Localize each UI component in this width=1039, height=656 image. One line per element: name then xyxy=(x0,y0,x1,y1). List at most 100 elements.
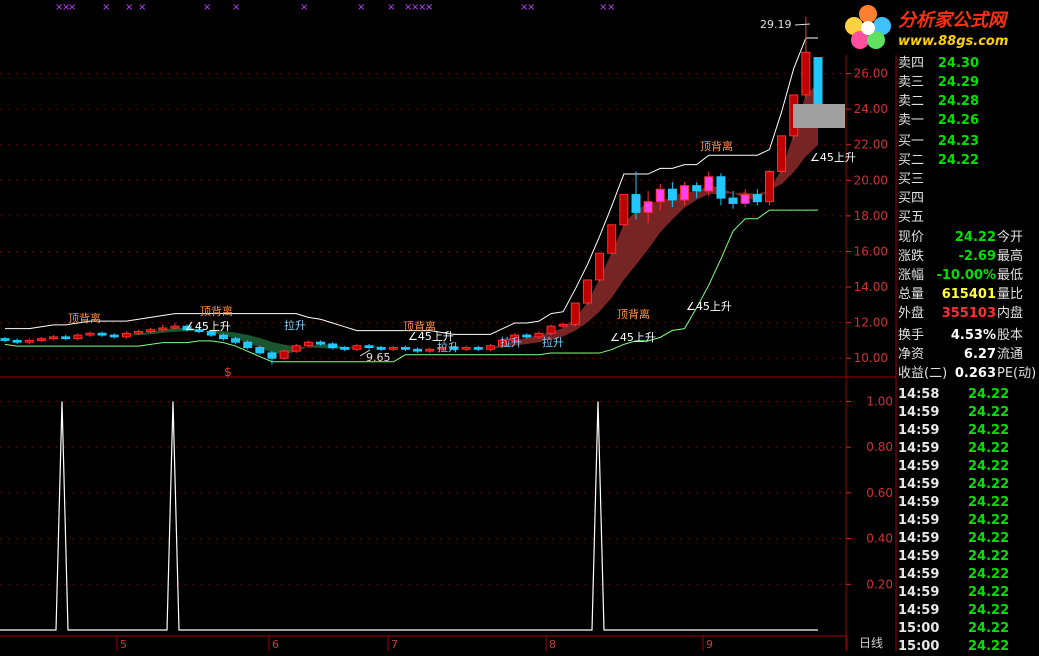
x-axis-label: 8 xyxy=(549,638,556,651)
ask-label: 卖二 xyxy=(898,94,925,109)
tick-row[interactable]: 14:59 24.22 xyxy=(896,584,1039,602)
tick-row[interactable]: 14:59 24.22 xyxy=(896,530,1039,548)
indicator-axis-label: 0.20 xyxy=(866,577,893,591)
candle-body xyxy=(813,57,823,106)
candle-body xyxy=(364,345,374,349)
candle-body xyxy=(243,341,253,349)
quote-label2: 内盘 xyxy=(997,306,1024,321)
tick-price: 24.22 xyxy=(968,423,1010,438)
indicator-line xyxy=(0,401,818,631)
tick-row[interactable]: 15:00 24.22 xyxy=(896,620,1039,638)
tick-row[interactable]: 14:59 24.22 xyxy=(896,512,1039,530)
limit-up-label: 拉升 xyxy=(500,335,522,349)
tick-row[interactable]: 14:59 24.22 xyxy=(896,548,1039,566)
price-axis-label: 16.00 xyxy=(854,244,888,258)
candle-body xyxy=(291,345,301,352)
tick-price: 24.22 xyxy=(968,639,1010,654)
tick-time: 14:59 xyxy=(898,405,940,420)
x-axis-label: 5 xyxy=(120,638,127,651)
indicator-axis-label: 0.40 xyxy=(866,532,893,546)
candle-body xyxy=(376,347,386,350)
signal-x-marker: × xyxy=(607,2,615,13)
tick-row[interactable]: 14:59 24.22 xyxy=(896,458,1039,476)
signal-x-marker: × xyxy=(527,2,535,13)
quote-label: 外盘 xyxy=(898,306,925,321)
signal-x-marker: × xyxy=(425,2,433,13)
tick-row[interactable]: 14:59 24.22 xyxy=(896,566,1039,584)
candle-body xyxy=(303,341,313,347)
quote-row: 外盘 355103 内盘 xyxy=(896,305,1039,323)
signal-x-marker: × xyxy=(102,2,110,13)
ask-price: 24.26 xyxy=(937,113,979,128)
bid-row: 买三 xyxy=(896,171,1039,189)
quote-value: 355103 xyxy=(941,306,996,321)
bid-label: 买一 xyxy=(898,134,925,149)
period-label[interactable]: 日线 xyxy=(846,636,895,651)
indicator-axis-label: 0.60 xyxy=(866,486,893,500)
tick-time: 14:59 xyxy=(898,585,940,600)
bid-row: 买一 24.23 xyxy=(896,133,1039,151)
candle-body xyxy=(0,338,10,341)
quote-value: -2.69 xyxy=(958,249,996,264)
tick-row[interactable]: 14:59 24.22 xyxy=(896,494,1039,512)
candle-body xyxy=(109,334,119,338)
ask-price: 24.28 xyxy=(937,94,979,109)
candle-body xyxy=(121,332,131,338)
ask-row: 卖四 24.30 xyxy=(896,55,1039,73)
bid-row: 买五 xyxy=(896,209,1039,227)
signal-x-marker: × xyxy=(68,2,76,13)
stat-row: 净资 6.27 流通 xyxy=(896,346,1039,364)
signal-x-marker: × xyxy=(138,2,146,13)
tick-row[interactable]: 14:59 24.22 xyxy=(896,440,1039,458)
price-axis-label: 20.00 xyxy=(854,173,888,187)
kline-chart[interactable]: 26.00 24.00 22.00 20.00 18.00 16.00 14.00 12.00… xyxy=(0,0,1039,651)
candle-body xyxy=(255,347,265,354)
candle-body xyxy=(667,188,677,201)
candle-body xyxy=(267,352,277,359)
candle-body xyxy=(49,336,59,340)
quote-label: 涨跌 xyxy=(898,249,925,264)
tick-row[interactable]: 14:59 24.22 xyxy=(896,422,1039,440)
candle-body xyxy=(607,224,617,254)
top-divergence-label: 顶背离 xyxy=(617,307,650,321)
bid-row: 买四 xyxy=(896,190,1039,208)
tick-row[interactable]: 15:00 24.22 xyxy=(896,638,1039,656)
stat-value: 4.53% xyxy=(950,328,996,343)
candle-body xyxy=(680,185,690,201)
candle-body xyxy=(97,332,107,336)
candle-body xyxy=(570,302,580,325)
price-axis-label: 24.00 xyxy=(854,102,888,116)
ask-row: 卖一 24.26 xyxy=(896,112,1039,130)
rise45-label: ∠45上升 xyxy=(610,331,656,344)
tick-row[interactable]: 14:58 24.22 xyxy=(896,386,1039,404)
candle-body xyxy=(231,338,241,343)
quote-value: -10.00% xyxy=(936,268,996,283)
stat-label: 收益(二) xyxy=(898,366,948,381)
rise45-label: ∠45上升 xyxy=(185,320,231,333)
candle-body xyxy=(400,347,410,350)
bid-price: 24.23 xyxy=(937,134,979,149)
quote-label: 总量 xyxy=(898,287,925,302)
tick-time: 15:00 xyxy=(898,639,940,654)
trend-band-green xyxy=(126,327,382,355)
signal-x-marker: × xyxy=(125,2,133,13)
candle-body xyxy=(522,334,532,338)
x-axis-label: 9 xyxy=(706,638,713,651)
candle-body xyxy=(133,331,143,334)
candle-body xyxy=(146,329,156,333)
top-divergence-label: 顶背离 xyxy=(68,311,101,325)
high-price-pointer xyxy=(794,23,811,26)
tick-row[interactable]: 14:59 24.22 xyxy=(896,476,1039,494)
candle-body xyxy=(36,338,46,341)
candle-body xyxy=(279,350,289,359)
tick-row[interactable]: 14:59 24.22 xyxy=(896,602,1039,620)
tick-price: 24.22 xyxy=(968,387,1010,402)
tick-row[interactable]: 14:59 24.22 xyxy=(896,404,1039,422)
candle-body xyxy=(777,135,787,172)
stat-label: 换手 xyxy=(898,328,925,343)
candle-body xyxy=(352,345,362,350)
candle-body xyxy=(546,325,556,334)
candle-body xyxy=(704,176,714,192)
tick-price: 24.22 xyxy=(968,513,1010,528)
candle-body xyxy=(716,176,726,199)
